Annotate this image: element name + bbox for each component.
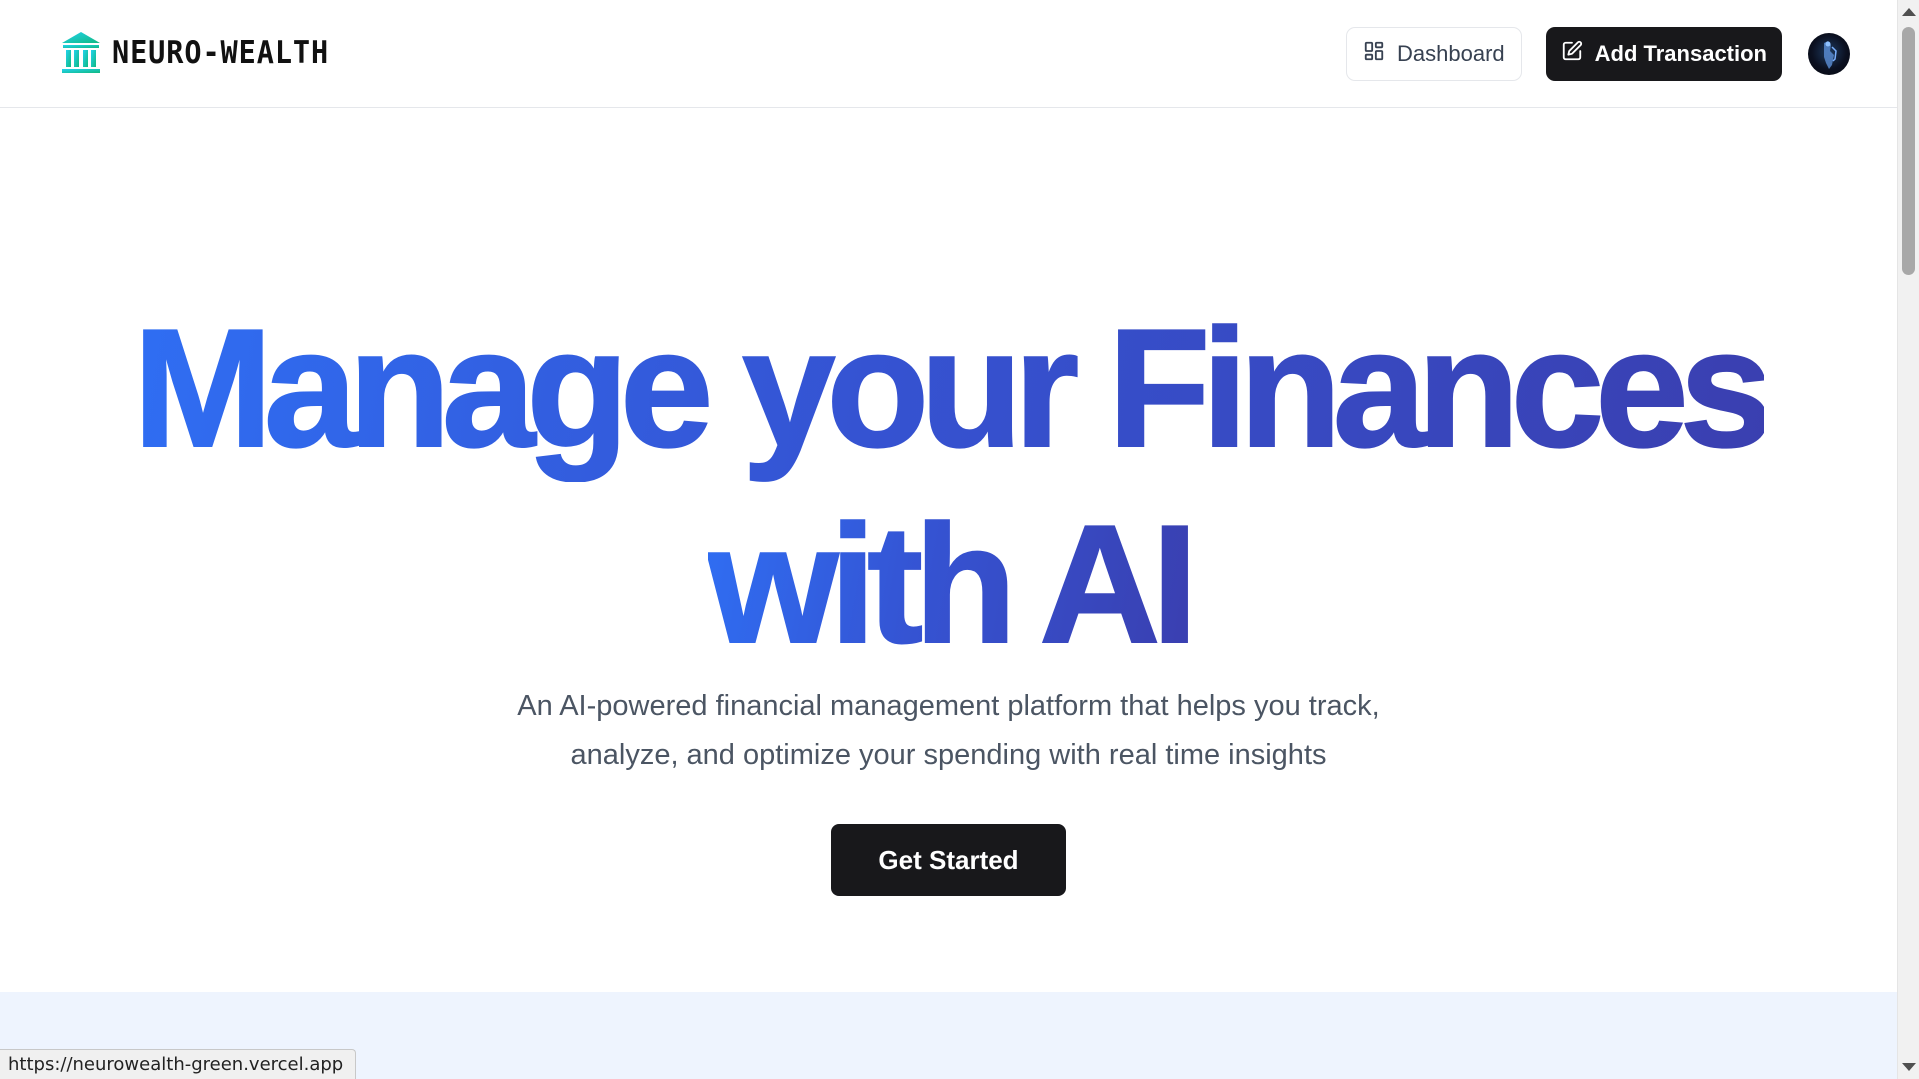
hero-subtitle-line-1: An AI-powered financial management platf… (517, 690, 1380, 722)
dashboard-label: Dashboard (1397, 41, 1505, 66)
hero-title-line-1: Manage your Finances (132, 293, 1774, 483)
layout-grid-icon (1363, 40, 1385, 68)
add-transaction-button[interactable]: Add Transaction (1545, 27, 1782, 81)
vertical-scrollbar[interactable] (1897, 0, 1919, 1079)
status-bar-url: https://neurowealth-green.vercel.app (0, 1049, 357, 1079)
logo-text: NEURO-WEALTH (112, 35, 330, 71)
logo-link[interactable]: NEURO-WEALTH (60, 30, 348, 76)
user-avatar[interactable] (1808, 33, 1850, 75)
scroll-up-arrow-icon[interactable] (1902, 8, 1916, 16)
dashboard-button[interactable]: Dashboard (1346, 27, 1522, 81)
top-navbar: NEURO-WEALTH Dashboard Add Transaction (0, 0, 1897, 108)
add-transaction-label: Add Transaction (1594, 41, 1767, 66)
bank-icon (60, 30, 102, 76)
hero-subtitle: An AI-powered financial management platf… (0, 682, 1897, 780)
header-nav: Dashboard Add Transaction (1346, 27, 1850, 81)
pen-square-icon (1561, 40, 1583, 68)
page: NEURO-WEALTH Dashboard Add Transaction M… (0, 0, 1919, 1079)
hero-title-line-2: with AI (707, 489, 1199, 679)
scroll-down-arrow-icon[interactable] (1902, 1063, 1916, 1071)
hero-title: Manage your Finances with AI (0, 290, 1897, 682)
scrollbar-thumb[interactable] (1902, 27, 1915, 275)
hero-subtitle-line-2: analyze, and optimize your spending with… (570, 739, 1327, 771)
get-started-button[interactable]: Get Started (831, 824, 1066, 896)
